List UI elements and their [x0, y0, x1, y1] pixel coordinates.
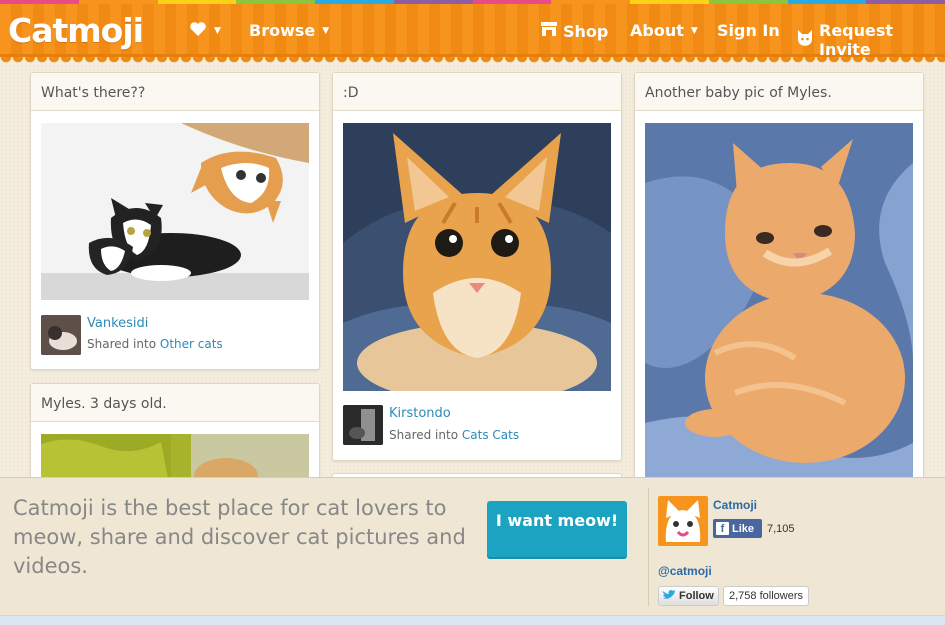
twitter-follow-button[interactable]: Follow	[658, 586, 719, 606]
post-photo[interactable]	[343, 123, 611, 391]
bottom-strip	[0, 615, 945, 625]
request-invite-label: Request Invite	[819, 21, 894, 59]
catmoji-page-avatar[interactable]	[658, 496, 708, 546]
facebook-page-name[interactable]: Catmoji	[713, 498, 757, 512]
shop-label: Shop	[563, 21, 609, 41]
post-title: Myles. 3 days old.	[31, 384, 319, 422]
collection-link[interactable]: Cats Cats	[462, 428, 519, 442]
chevron-down-icon: ▼	[690, 25, 698, 36]
user-name-link[interactable]: Vankesidi	[87, 316, 148, 331]
post-title: Another baby pic of Myles.	[635, 73, 923, 111]
request-invite-link[interactable]: Request Invite	[796, 21, 945, 59]
post-card[interactable]: Another baby pic of Myles.	[634, 72, 924, 502]
sign-in-label: Sign In	[717, 21, 780, 40]
favorites-menu[interactable]: ▼	[189, 21, 221, 41]
post-title: What's there??	[31, 73, 319, 111]
browse-menu[interactable]: Browse ▼	[249, 21, 329, 40]
shop-link[interactable]: Shop	[540, 21, 608, 41]
user-avatar[interactable]	[343, 405, 383, 445]
heart-icon	[189, 21, 207, 41]
like-label: Like	[732, 522, 755, 535]
collection-link[interactable]: Other cats	[160, 337, 223, 351]
follower-count: 2,758 followers	[723, 586, 809, 606]
post-card[interactable]: What's there?? Vankesidi Shared into Oth…	[30, 72, 320, 370]
i-want-meow-button[interactable]: I want meow!	[487, 501, 627, 559]
chevron-down-icon: ▼	[322, 25, 330, 36]
shared-prefix: Shared into	[87, 337, 157, 351]
user-name-link[interactable]: Kirstondo	[389, 406, 451, 421]
about-label: About	[630, 21, 684, 40]
shop-icon	[540, 21, 558, 41]
browse-label: Browse	[249, 21, 316, 40]
banner-tagline: Catmoji is the best place for cat lovers…	[13, 496, 466, 578]
like-count: 7,105	[767, 523, 795, 535]
signup-banner: Catmoji is the best place for cat lovers…	[0, 477, 945, 615]
post-photo[interactable]	[645, 123, 913, 483]
top-navigation-bar: Catmoji ▼ Browse ▼ Shop About ▼ Sign In …	[0, 4, 945, 59]
twitter-bird-icon	[662, 589, 676, 604]
about-menu[interactable]: About ▼	[630, 21, 698, 40]
shared-into-text: Shared into Other cats	[87, 337, 223, 351]
header-scallop-edge	[0, 57, 945, 63]
facebook-icon: f	[716, 522, 729, 535]
banner-divider	[648, 488, 649, 606]
shared-prefix: Shared into	[389, 428, 459, 442]
site-logo[interactable]: Catmoji	[8, 11, 144, 50]
post-title: :D	[333, 73, 621, 111]
follow-label: Follow	[679, 590, 714, 602]
user-avatar[interactable]	[41, 315, 81, 355]
shared-into-text: Shared into Cats Cats	[389, 428, 519, 442]
twitter-handle[interactable]: @catmoji	[658, 564, 712, 578]
sign-in-link[interactable]: Sign In	[717, 21, 780, 40]
post-card[interactable]: :D Kirstondo Shared into Cats Cats	[332, 72, 622, 461]
cat-shield-icon	[796, 29, 814, 51]
chevron-down-icon: ▼	[214, 26, 221, 36]
post-photo[interactable]	[41, 123, 309, 300]
facebook-like-button[interactable]: f Like	[713, 519, 762, 538]
